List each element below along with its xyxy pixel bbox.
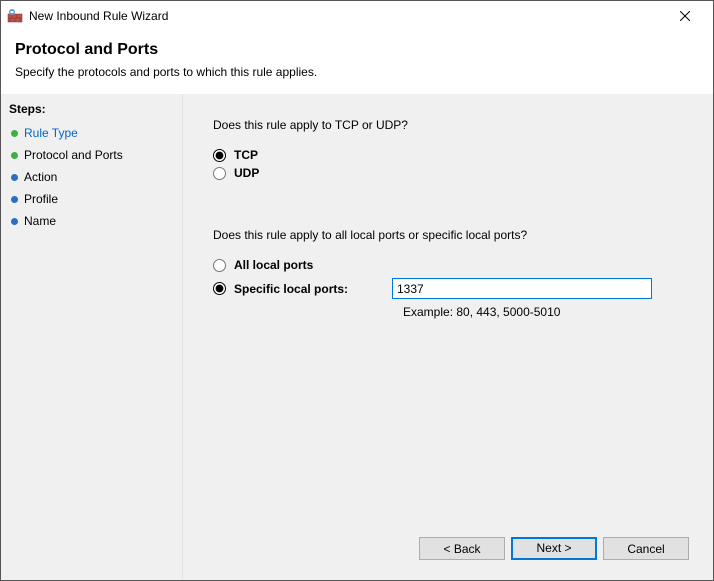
back-button[interactable]: < Back — [419, 537, 505, 560]
step-label: Action — [24, 170, 57, 184]
radio-udp[interactable]: UDP — [213, 166, 695, 180]
step-profile[interactable]: Profile — [1, 188, 182, 210]
radio-specific-ports-label: Specific local ports: — [234, 282, 384, 296]
page-title: Protocol and Ports — [15, 41, 699, 59]
step-bullet-icon — [11, 196, 18, 203]
page-subtitle: Specify the protocols and ports to which… — [15, 65, 699, 79]
step-label: Name — [24, 214, 56, 228]
specific-ports-input[interactable] — [392, 278, 652, 299]
step-label: Protocol and Ports — [24, 148, 123, 162]
step-label: Rule Type — [24, 126, 78, 140]
radio-udp-label: UDP — [234, 166, 259, 180]
steps-sidebar: Steps: Rule Type Protocol and Ports Acti… — [1, 94, 183, 580]
wizard-header: Protocol and Ports Specify the protocols… — [1, 31, 713, 93]
radio-udp-input[interactable] — [213, 167, 226, 180]
radio-all-ports[interactable]: All local ports — [213, 258, 695, 272]
step-label: Profile — [24, 192, 58, 206]
step-bullet-icon — [11, 130, 18, 137]
cancel-button[interactable]: Cancel — [603, 537, 689, 560]
close-button[interactable] — [663, 1, 707, 31]
step-bullet-icon — [11, 152, 18, 159]
wizard-footer: < Back Next > Cancel — [213, 527, 695, 570]
steps-heading: Steps: — [1, 100, 182, 122]
wizard-content: Does this rule apply to TCP or UDP? TCP … — [183, 94, 713, 580]
radio-tcp-input[interactable] — [213, 149, 226, 162]
firewall-icon — [7, 8, 23, 24]
radio-all-ports-label: All local ports — [234, 258, 313, 272]
radio-specific-ports-input[interactable] — [213, 282, 226, 295]
next-button[interactable]: Next > — [511, 537, 597, 560]
step-bullet-icon — [11, 218, 18, 225]
radio-specific-ports[interactable]: Specific local ports: — [213, 282, 384, 296]
ports-options: All local ports Specific local ports: Ex… — [213, 256, 695, 319]
radio-tcp-label: TCP — [234, 148, 258, 162]
question-protocol: Does this rule apply to TCP or UDP? — [213, 118, 695, 132]
radio-all-ports-input[interactable] — [213, 259, 226, 272]
step-name[interactable]: Name — [1, 210, 182, 232]
step-rule-type[interactable]: Rule Type — [1, 122, 182, 144]
titlebar: New Inbound Rule Wizard — [1, 1, 713, 31]
step-action[interactable]: Action — [1, 166, 182, 188]
window-title: New Inbound Rule Wizard — [29, 9, 663, 23]
question-ports: Does this rule apply to all local ports … — [213, 228, 695, 242]
ports-example-text: Example: 80, 443, 5000-5010 — [403, 305, 695, 319]
step-bullet-icon — [11, 174, 18, 181]
radio-tcp[interactable]: TCP — [213, 148, 695, 162]
step-protocol-and-ports[interactable]: Protocol and Ports — [1, 144, 182, 166]
wizard-window: New Inbound Rule Wizard Protocol and Por… — [0, 0, 714, 581]
wizard-body: Steps: Rule Type Protocol and Ports Acti… — [1, 93, 713, 580]
